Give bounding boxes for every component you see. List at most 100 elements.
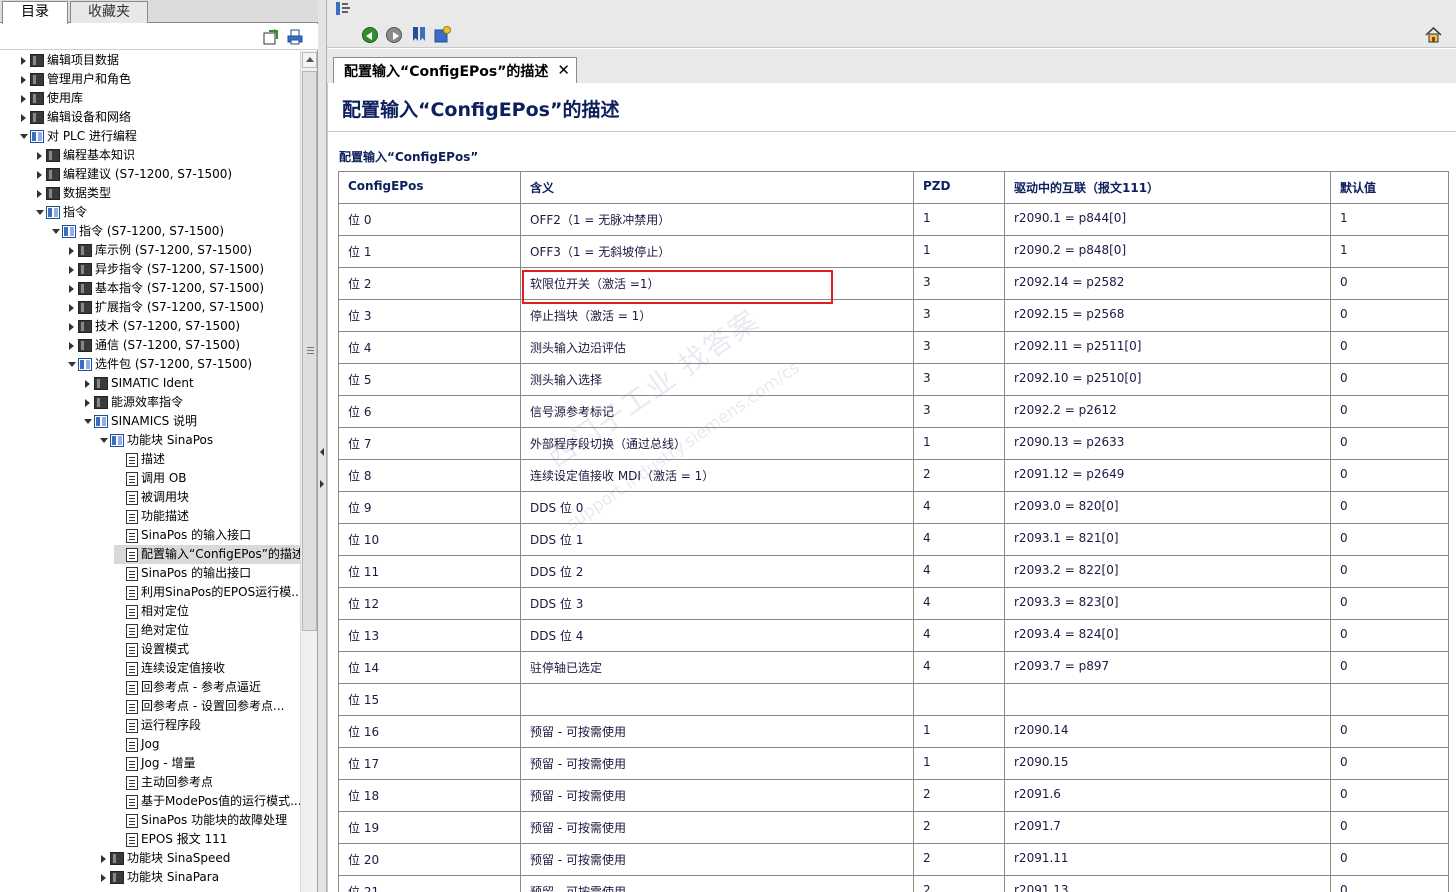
table-cell: DDS 位 3 xyxy=(520,587,914,620)
collapsed-arrow-icon[interactable] xyxy=(66,317,78,336)
collapsed-arrow-icon[interactable] xyxy=(98,868,110,887)
collapsed-arrow-icon[interactable] xyxy=(66,298,78,317)
tree-item[interactable]: 异步指令 (S7-1200, S7-1500) xyxy=(66,260,264,279)
tree-item[interactable]: 功能块 SinaPara xyxy=(98,868,219,887)
collapsed-arrow-icon[interactable] xyxy=(66,279,78,298)
print-icon[interactable] xyxy=(287,29,303,45)
tree-item[interactable]: 功能块 SinaPos xyxy=(98,431,213,450)
tree-item[interactable]: SINAMICS 说明 xyxy=(82,412,197,431)
tree-item[interactable]: 指令 (S7-1200, S7-1500) xyxy=(50,222,224,241)
collapsed-arrow-icon[interactable] xyxy=(18,108,30,127)
tree-item[interactable]: 主动回参考点 xyxy=(114,773,213,792)
collapsed-arrow-icon[interactable] xyxy=(82,374,94,393)
tree-item[interactable]: EPOS 报文 111 xyxy=(114,830,227,849)
tree-item[interactable]: 基本指令 (S7-1200, S7-1500) xyxy=(66,279,264,298)
sync-toc-icon[interactable] xyxy=(263,29,279,45)
tree-item[interactable]: 设置模式 xyxy=(114,640,189,659)
forward-button[interactable] xyxy=(386,27,402,43)
expanded-arrow-icon[interactable] xyxy=(50,222,62,241)
table-cell: 2 xyxy=(913,875,1005,892)
tree-item[interactable]: 功能描述 xyxy=(114,507,189,526)
expanded-arrow-icon[interactable] xyxy=(34,203,46,222)
collapsed-arrow-icon[interactable] xyxy=(18,51,30,70)
tree-item[interactable]: 通信 (S7-1200, S7-1500) xyxy=(66,336,240,355)
tree-item[interactable]: 使用库 xyxy=(18,89,83,108)
pane-splitter[interactable] xyxy=(318,0,327,892)
collapsed-arrow-icon[interactable] xyxy=(66,336,78,355)
tree-item[interactable]: 绝对定位 xyxy=(114,621,189,640)
tree-item-label: 异步指令 (S7-1200, S7-1500) xyxy=(95,262,265,276)
tree-item[interactable]: 数据类型 xyxy=(34,184,111,203)
collapsed-arrow-icon[interactable] xyxy=(34,165,46,184)
tree-item[interactable]: SinaPos 功能块的故障处理 xyxy=(114,811,287,830)
tab-favorites[interactable]: 收藏夹 xyxy=(70,1,148,23)
tree-item[interactable]: 能源效率指令 xyxy=(82,393,183,412)
tree-item[interactable]: 基于ModePos值的运行模式... xyxy=(114,792,300,811)
tree-item[interactable]: 功能块 SinaSpeed xyxy=(98,849,230,868)
tree-item[interactable]: 描述 xyxy=(114,450,165,469)
tab-catalog[interactable]: 目录 xyxy=(2,1,68,24)
collapsed-arrow-icon[interactable] xyxy=(18,70,30,89)
tree-item[interactable]: SinaPos 的输出接口 xyxy=(114,564,251,583)
tree-item[interactable]: 回参考点 - 设置回参考点... xyxy=(114,697,284,716)
tree-item[interactable]: SIMATIC Ident xyxy=(82,374,194,393)
tree-item[interactable]: 编程基本知识 xyxy=(34,146,135,165)
tree-item[interactable]: 编程建议 (S7-1200, S7-1500) xyxy=(34,165,232,184)
tree-item[interactable]: SinaPos 的输入接口 xyxy=(114,526,251,545)
tree-item[interactable]: 编辑设备和网络 xyxy=(18,108,131,127)
expand-right-icon[interactable] xyxy=(320,480,324,488)
tree-item[interactable]: 运行程序段 xyxy=(114,716,201,735)
tree-scrollbar[interactable] xyxy=(300,51,317,892)
collapse-left-icon[interactable] xyxy=(320,448,324,456)
table-cell: r2093.2 = 822[0] xyxy=(1004,555,1331,588)
collapsed-arrow-icon[interactable] xyxy=(82,393,94,412)
expanded-arrow-icon[interactable] xyxy=(98,431,110,450)
tree-item[interactable]: 利用SinaPos的EPOS运行模... xyxy=(114,583,300,602)
expanded-arrow-icon[interactable] xyxy=(82,412,94,431)
table-cell: 预留 - 可按需使用 xyxy=(520,875,914,892)
expanded-arrow-icon[interactable] xyxy=(66,355,78,374)
document-tab[interactable]: 配置输入“ConfigEPos”的描述 ✕ xyxy=(333,57,577,83)
tree-item[interactable]: 编辑项目数据 xyxy=(18,51,119,70)
page-icon xyxy=(126,452,138,467)
tree-item[interactable]: 扩展指令 (S7-1200, S7-1500) xyxy=(66,298,264,317)
tree-item[interactable]: Jog xyxy=(114,735,160,754)
collapsed-arrow-icon[interactable] xyxy=(66,241,78,260)
close-icon[interactable]: ✕ xyxy=(557,61,570,79)
scrollbar-thumb[interactable] xyxy=(302,71,317,631)
table-cell: 1 xyxy=(913,747,1005,780)
tree-item[interactable]: 指令 xyxy=(34,203,87,222)
expanded-arrow-icon[interactable] xyxy=(18,127,30,146)
table-cell: r2091.12 = p2649 xyxy=(1004,459,1331,492)
book-icon xyxy=(78,339,92,352)
tree-item[interactable]: 相对定位 xyxy=(114,602,189,621)
scroll-up-arrow-icon[interactable] xyxy=(302,52,317,68)
tree-item[interactable]: 被调用块 xyxy=(114,488,189,507)
collapsed-arrow-icon[interactable] xyxy=(34,184,46,203)
collapsed-arrow-icon[interactable] xyxy=(66,260,78,279)
tree-item-label: 主动回参考点 xyxy=(141,775,214,789)
table-cell: OFF2（1 = 无脉冲禁用） xyxy=(520,203,914,236)
collapsed-arrow-icon[interactable] xyxy=(34,146,46,165)
table-cell: 位 8 xyxy=(338,459,521,492)
tree-item[interactable]: 调用 OB xyxy=(114,469,187,488)
book-icon xyxy=(78,282,92,295)
tree-item[interactable]: 技术 (S7-1200, S7-1500) xyxy=(66,317,240,336)
add-favorite-icon[interactable] xyxy=(434,26,451,43)
tree-item[interactable]: 选件包 (S7-1200, S7-1500) xyxy=(66,355,252,374)
tree-item[interactable]: 连续设定值接收 xyxy=(114,659,225,678)
back-button[interactable] xyxy=(362,27,378,43)
tree-item[interactable]: 库示例 (S7-1200, S7-1500) xyxy=(66,241,252,260)
bookmark-icon[interactable] xyxy=(411,26,428,43)
tree-item[interactable]: Jog - 增量 xyxy=(114,754,195,773)
collapsed-arrow-icon[interactable] xyxy=(18,89,30,108)
collapsed-arrow-icon[interactable] xyxy=(98,849,110,868)
catalog-toolbar xyxy=(0,24,318,50)
home-icon[interactable] xyxy=(1425,26,1442,43)
tree-item[interactable]: 管理用户和角色 xyxy=(18,70,131,89)
tree-item[interactable]: 回参考点 - 参考点逼近 xyxy=(114,678,261,697)
table-cell: 预留 - 可按需使用 xyxy=(520,843,914,876)
tree-item[interactable]: 配置输入“ConfigEPos”的描述 xyxy=(114,545,300,564)
tree-item[interactable]: 对 PLC 进行编程 xyxy=(18,127,137,146)
show-in-toc-icon[interactable] xyxy=(335,0,352,17)
